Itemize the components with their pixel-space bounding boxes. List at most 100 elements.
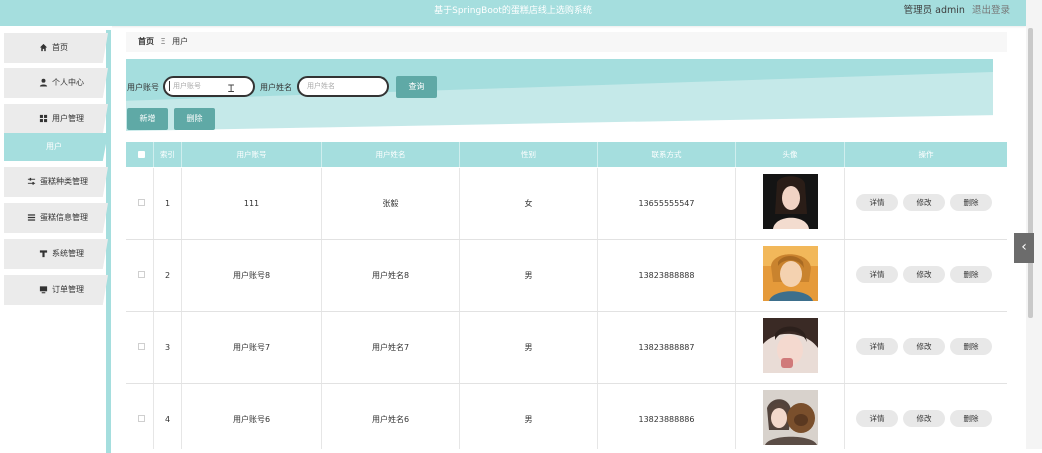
home-icon xyxy=(38,33,48,63)
avatar[interactable] xyxy=(763,390,818,445)
sidebar-subitem-users[interactable]: 用户 xyxy=(4,133,108,161)
list-icon xyxy=(26,203,36,233)
row-delete-button[interactable]: 删除 xyxy=(950,194,992,211)
row-avatar-cell xyxy=(736,168,845,239)
add-button[interactable]: 新增 xyxy=(127,108,168,130)
sidebar-item-orders[interactable]: 订单管理 xyxy=(4,275,108,305)
chevron-left-icon[interactable]: ‹ xyxy=(1014,233,1034,263)
row-delete-button[interactable]: 删除 xyxy=(950,410,992,427)
row-actions: 详情 修改 删除 xyxy=(845,168,1007,239)
sidebar-item-label: 系统管理 xyxy=(52,249,84,258)
avatar[interactable] xyxy=(763,174,818,229)
row-account: 111 xyxy=(182,168,322,239)
breadcrumb: 首页 Ξ 用户 xyxy=(126,32,1007,52)
col-gender: 性别 xyxy=(460,142,598,167)
row-select-cell xyxy=(126,384,154,449)
row-actions: 详情 修改 删除 xyxy=(845,240,1007,311)
breadcrumb-home[interactable]: 首页 xyxy=(138,37,154,46)
breadcrumb-current: 用户 xyxy=(172,37,189,46)
edit-button[interactable]: 修改 xyxy=(903,338,945,355)
name-search-input[interactable]: 用户姓名 xyxy=(297,76,389,97)
avatar[interactable] xyxy=(763,246,818,301)
row-account: 用户账号7 xyxy=(182,312,322,383)
col-actions: 操作 xyxy=(918,150,934,159)
account-placeholder: 用户账号 xyxy=(173,82,201,90)
funnel-icon xyxy=(38,239,48,269)
table-header: 索引 用户账号 用户姓名 性别 联系方式 头像 操作 xyxy=(126,142,1007,167)
row-index: 4 xyxy=(154,384,182,449)
col-index: 索引 xyxy=(154,142,182,167)
delete-button[interactable]: 删除 xyxy=(174,108,215,130)
detail-button[interactable]: 详情 xyxy=(856,266,898,283)
sidebar-item-label: 首页 xyxy=(52,43,68,52)
row-name: 张毅 xyxy=(322,168,460,239)
sidebar-item-home[interactable]: 首页 xyxy=(4,33,108,63)
row-gender: 女 xyxy=(460,168,598,239)
user-info: 管理员 admin 退出登录 xyxy=(904,0,1010,22)
col-phone: 联系方式 xyxy=(598,142,736,167)
sidebar-item-label: 蛋糕种类管理 xyxy=(40,177,88,186)
row-index: 1 xyxy=(154,168,182,239)
detail-button[interactable]: 详情 xyxy=(856,194,898,211)
row-gender: 男 xyxy=(460,240,598,311)
row-phone: 13823888887 xyxy=(598,312,736,383)
query-button[interactable]: 查询 xyxy=(396,76,437,98)
col-account: 用户账号 xyxy=(182,142,322,167)
sidebar-item-label: 用户管理 xyxy=(52,114,84,123)
row-checkbox[interactable] xyxy=(138,271,145,278)
page-scrollbar[interactable] xyxy=(1026,0,1042,449)
app-title: 基于SpringBoot的蛋糕店线上选购系统 xyxy=(434,6,592,16)
sidebar-item-system[interactable]: 系统管理 xyxy=(4,239,108,269)
row-delete-button[interactable]: 删除 xyxy=(950,266,992,283)
scrollbar-thumb[interactable] xyxy=(1028,28,1033,318)
avatar[interactable] xyxy=(763,318,818,373)
sliders-icon xyxy=(26,167,36,197)
sidebar-item-label: 个人中心 xyxy=(52,78,84,87)
edit-button[interactable]: 修改 xyxy=(903,266,945,283)
row-checkbox[interactable] xyxy=(138,199,145,206)
table-row: 1 111 张毅 女 13655555547 详情 修改 删除 xyxy=(126,168,1007,240)
row-index: 3 xyxy=(154,312,182,383)
row-gender: 男 xyxy=(460,312,598,383)
row-select-cell xyxy=(126,168,154,239)
row-actions: 详情 修改 删除 xyxy=(845,312,1007,383)
sidebar: 首页 个人中心 用户管理 用户 蛋糕种类管理 蛋糕信息管理 系统管理 订单管理 xyxy=(0,26,112,453)
col-name: 用户姓名 xyxy=(322,142,460,167)
row-checkbox[interactable] xyxy=(138,343,145,350)
row-phone: 13655555547 xyxy=(598,168,736,239)
select-all-cell xyxy=(126,142,154,167)
select-all-checkbox[interactable] xyxy=(138,151,145,158)
row-phone: 13823888886 xyxy=(598,384,736,449)
sidebar-item-profile[interactable]: 个人中心 xyxy=(4,68,108,98)
grid-icon xyxy=(38,104,48,134)
row-phone: 13823888888 xyxy=(598,240,736,311)
row-gender: 男 xyxy=(460,384,598,449)
user-table: 索引 用户账号 用户姓名 性别 联系方式 头像 操作 1 111 张毅 女 13… xyxy=(126,142,1007,449)
sidebar-item-cake-info[interactable]: 蛋糕信息管理 xyxy=(4,203,108,233)
row-checkbox[interactable] xyxy=(138,415,145,422)
row-avatar-cell xyxy=(736,240,845,311)
logout-link[interactable]: 退出登录 xyxy=(972,5,1010,16)
col-avatar: 头像 xyxy=(736,142,845,167)
edit-button[interactable]: 修改 xyxy=(903,410,945,427)
sidebar-item-label: 蛋糕信息管理 xyxy=(40,213,88,222)
detail-button[interactable]: 详情 xyxy=(856,410,898,427)
row-delete-button[interactable]: 删除 xyxy=(950,338,992,355)
row-actions: 详情 修改 删除 xyxy=(845,384,1007,449)
sidebar-item-label: 订单管理 xyxy=(52,285,84,294)
edit-button[interactable]: 修改 xyxy=(903,194,945,211)
table-row: 3 用户账号7 用户姓名7 男 13823888887 详情 修改 删除 xyxy=(126,312,1007,384)
sidebar-item-user-management[interactable]: 用户管理 xyxy=(4,104,108,134)
mouse-cursor-icon: Ꮖ xyxy=(228,84,235,95)
row-name: 用户姓名8 xyxy=(322,240,460,311)
detail-button[interactable]: 详情 xyxy=(856,338,898,355)
account-label: 用户账号 xyxy=(127,83,159,92)
top-header: 基于SpringBoot的蛋糕店线上选购系统 管理员 admin 退出登录 xyxy=(0,0,1026,26)
text-cursor xyxy=(169,81,170,91)
account-search-input[interactable]: 用户账号 xyxy=(163,76,255,97)
user-label: 管理员 admin xyxy=(903,5,965,16)
sidebar-item-cake-category[interactable]: 蛋糕种类管理 xyxy=(4,167,108,197)
row-index: 2 xyxy=(154,240,182,311)
search-panel xyxy=(126,59,993,131)
row-avatar-cell xyxy=(736,384,845,449)
